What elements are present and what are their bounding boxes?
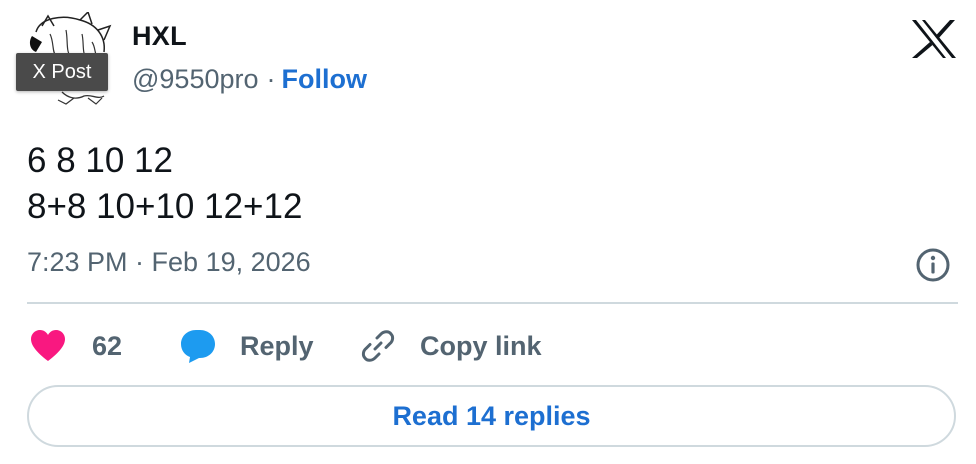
divider (27, 302, 958, 304)
follow-button[interactable]: Follow (282, 64, 367, 94)
copy-link-button[interactable]: Copy link (360, 322, 542, 370)
handle-row: @9550pro · Follow (132, 64, 367, 95)
post-text: 6 8 10 12 8+8 10+10 12+12 (27, 141, 303, 226)
separator-dot: · (266, 64, 276, 94)
post-timestamp[interactable]: 7:23 PM · Feb 19, 2026 (27, 247, 311, 278)
reply-button[interactable]: Reply (180, 322, 314, 370)
user-handle[interactable]: @9550pro (132, 64, 259, 94)
x-logo-icon[interactable] (910, 18, 958, 60)
action-bar: 62 Reply Copy link (0, 322, 976, 370)
like-button[interactable]: 62 (30, 322, 122, 370)
heart-icon (31, 330, 65, 361)
reply-label: Reply (240, 330, 314, 361)
read-replies-button[interactable]: Read 14 replies (27, 385, 956, 447)
display-name[interactable]: HXL (132, 21, 187, 52)
link-icon (361, 330, 395, 362)
like-count: 62 (92, 330, 123, 361)
speech-bubble-icon (181, 330, 215, 363)
copy-link-label: Copy link (420, 330, 542, 361)
embedded-post-card: X Post HXL @9550pro · Follow 6 8 10 12 8+8… (0, 0, 976, 464)
info-icon[interactable] (915, 247, 951, 283)
tooltip: X Post (16, 53, 108, 91)
